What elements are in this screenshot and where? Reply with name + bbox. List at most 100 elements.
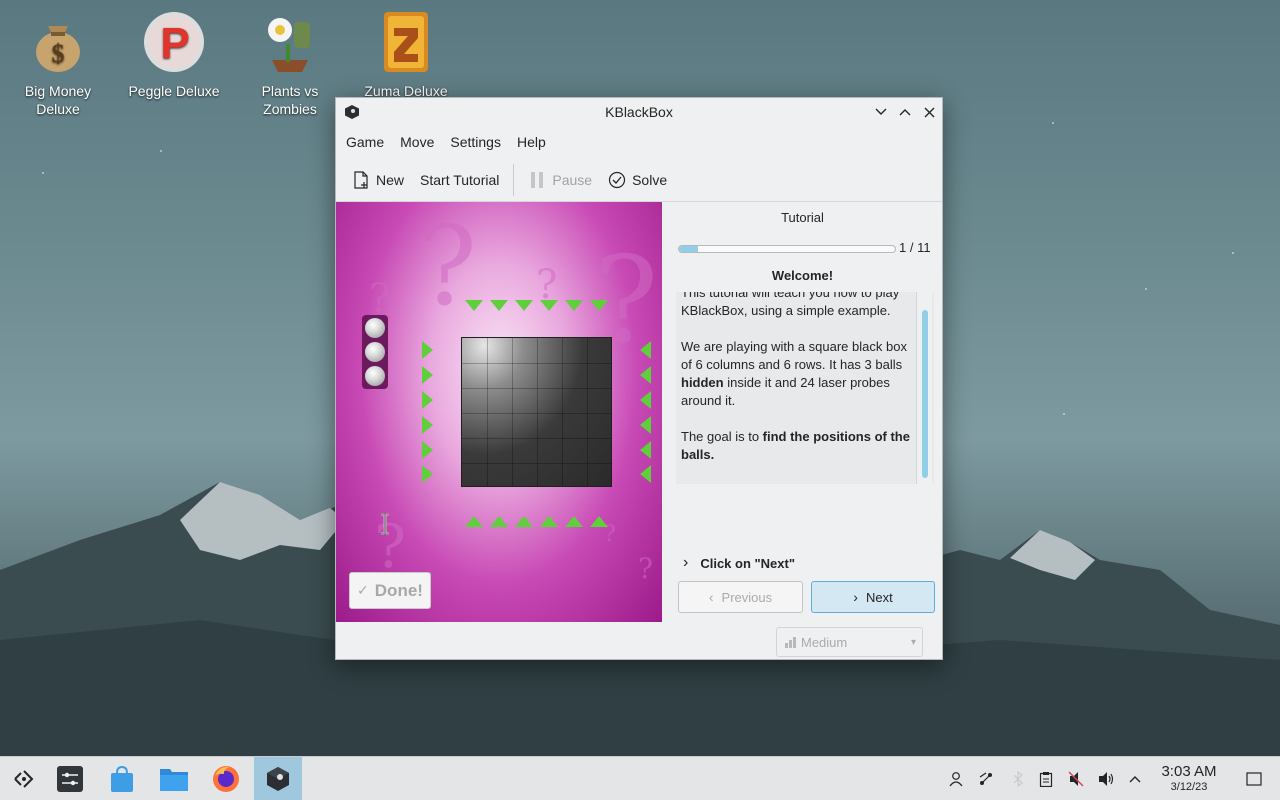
chevron-up-icon [899,109,911,116]
kblackbox-task[interactable] [254,757,302,800]
laser-probe-top[interactable] [490,300,508,311]
kblackbox-icon [267,767,289,791]
laser-probe-right[interactable] [640,441,651,459]
menu-game[interactable]: Game [338,126,392,158]
laser-probe-left[interactable] [422,441,433,459]
close-button[interactable] [920,103,938,121]
peggle-icon: P [144,12,204,72]
ball-remaining [365,342,385,362]
tutorial-heading: Welcome! [771,268,834,283]
chevron-down-icon: ▾ [910,636,916,648]
checkmark-icon: ✓ [357,582,369,598]
tutorial-panel: Tutorial 1 / 11 Welcome! This tutorial w… [663,202,942,622]
svg-text:$: $ [52,39,65,68]
menu-help[interactable]: Help [509,126,554,158]
clock-date: 3/12/23 [1170,781,1208,793]
pause-icon [528,171,546,189]
tutorial-hint: › Click on "Next" [683,554,795,572]
difficulty-bars-icon [785,636,796,648]
new-game-label: New [376,171,405,188]
start-tutorial-button[interactable]: Start Tutorial [412,164,507,196]
laser-probe-right[interactable] [640,391,651,409]
tutorial-paragraph: This tutorial will teach you how to play… [681,292,900,318]
file-manager-task[interactable] [150,757,198,800]
question-mark-decoration: ? [638,552,654,585]
laser-probe-right[interactable] [640,341,651,359]
tutorial-text-area[interactable]: This tutorial will teach you how to play… [676,292,934,484]
shopping-bag-icon [111,765,133,792]
laser-probe-top[interactable] [515,300,533,311]
laser-probe-right[interactable] [640,465,651,483]
user-icon[interactable] [946,769,966,789]
tutorial-paragraph: The goal is to find the positions of the… [681,429,910,462]
desktop-icon-peggle[interactable]: P Peggle Deluxe [128,10,220,100]
chevron-left-icon: ‹ [708,589,714,605]
laser-probe-bottom[interactable] [540,516,558,527]
laser-probe-bottom[interactable] [590,516,608,527]
laser-probe-bottom[interactable] [515,516,533,527]
game-board: ? ? ? ? ? ? ? ✓ Done! [336,202,662,622]
firefox-icon [213,766,239,792]
menu-move[interactable]: Move [392,126,442,158]
laser-probe-left[interactable] [422,416,433,434]
laser-probe-top[interactable] [565,300,583,311]
discover-task[interactable] [98,757,146,800]
laser-probe-bottom[interactable] [490,516,508,527]
clock[interactable]: 3:03 AM 3/12/23 [1154,763,1224,793]
laser-probe-right[interactable] [640,416,651,434]
scrollbar-thumb[interactable] [922,310,928,478]
desktop-icon-pvz[interactable]: Plants vs Zombies [244,10,336,118]
laser-probe-top[interactable] [540,300,558,311]
network-icon[interactable] [976,769,996,789]
laser-probe-bottom[interactable] [565,516,583,527]
laser-probe-bottom[interactable] [465,516,483,527]
application-launcher[interactable] [0,757,48,800]
microphone-muted-icon[interactable] [1066,769,1086,789]
minimize-button[interactable] [872,103,890,121]
chevron-up-icon[interactable] [1125,769,1145,789]
black-box-grid[interactable] [461,337,612,487]
volume-icon[interactable] [1096,769,1116,789]
laser-probe-left[interactable] [422,465,433,483]
clipboard-icon[interactable] [1036,769,1056,789]
progress-fill [679,246,699,252]
menu-settings[interactable]: Settings [442,126,509,158]
laser-probe-top[interactable] [465,300,483,311]
difficulty-selector[interactable]: Medium ▾ [776,627,923,657]
desktop-icon-zuma[interactable]: Zuma Deluxe [360,10,452,100]
desktop-icon-big-money[interactable]: $ Big Money Deluxe [12,10,104,118]
done-button[interactable]: ✓ Done! [349,572,431,609]
new-game-button[interactable]: New [344,164,412,196]
bluetooth-icon[interactable] [1008,769,1028,789]
laser-probe-left[interactable] [422,366,433,384]
system-settings-task[interactable] [46,757,94,800]
laser-probe-right[interactable] [640,366,651,384]
start-tutorial-label: Start Tutorial [420,171,500,188]
pause-label: Pause [552,171,593,188]
hint-text: Click on "Next" [700,555,796,571]
new-document-icon [352,170,370,189]
maximize-button[interactable] [896,103,914,121]
pause-button[interactable]: Pause [520,164,600,196]
tutorial-paragraph: We are playing with a square black box o… [681,339,907,408]
laser-probe-left[interactable] [422,391,433,409]
laser-probe-top[interactable] [590,300,608,311]
launcher-icon [14,770,34,788]
kblackbox-app-icon [345,105,359,119]
next-button[interactable]: › Next [811,581,935,613]
title-bar[interactable]: KBlackBox [336,98,942,126]
chevron-right-icon: › [853,589,858,605]
tutorial-progress-bar [678,245,896,253]
solve-button[interactable]: Solve [600,164,675,196]
laser-probe-left[interactable] [422,341,433,359]
previous-button[interactable]: ‹ Previous [678,581,803,613]
tutorial-scrollbar[interactable] [916,292,932,484]
previous-label: Previous [721,589,773,605]
close-icon [924,107,934,117]
next-label: Next [865,589,893,605]
done-label: Done! [374,580,423,600]
firefox-task[interactable] [202,757,250,800]
show-desktop-button[interactable] [1244,769,1264,789]
plants-vs-zombies-icon [268,18,310,72]
menu-bar: Game Move Settings Help [336,126,942,158]
